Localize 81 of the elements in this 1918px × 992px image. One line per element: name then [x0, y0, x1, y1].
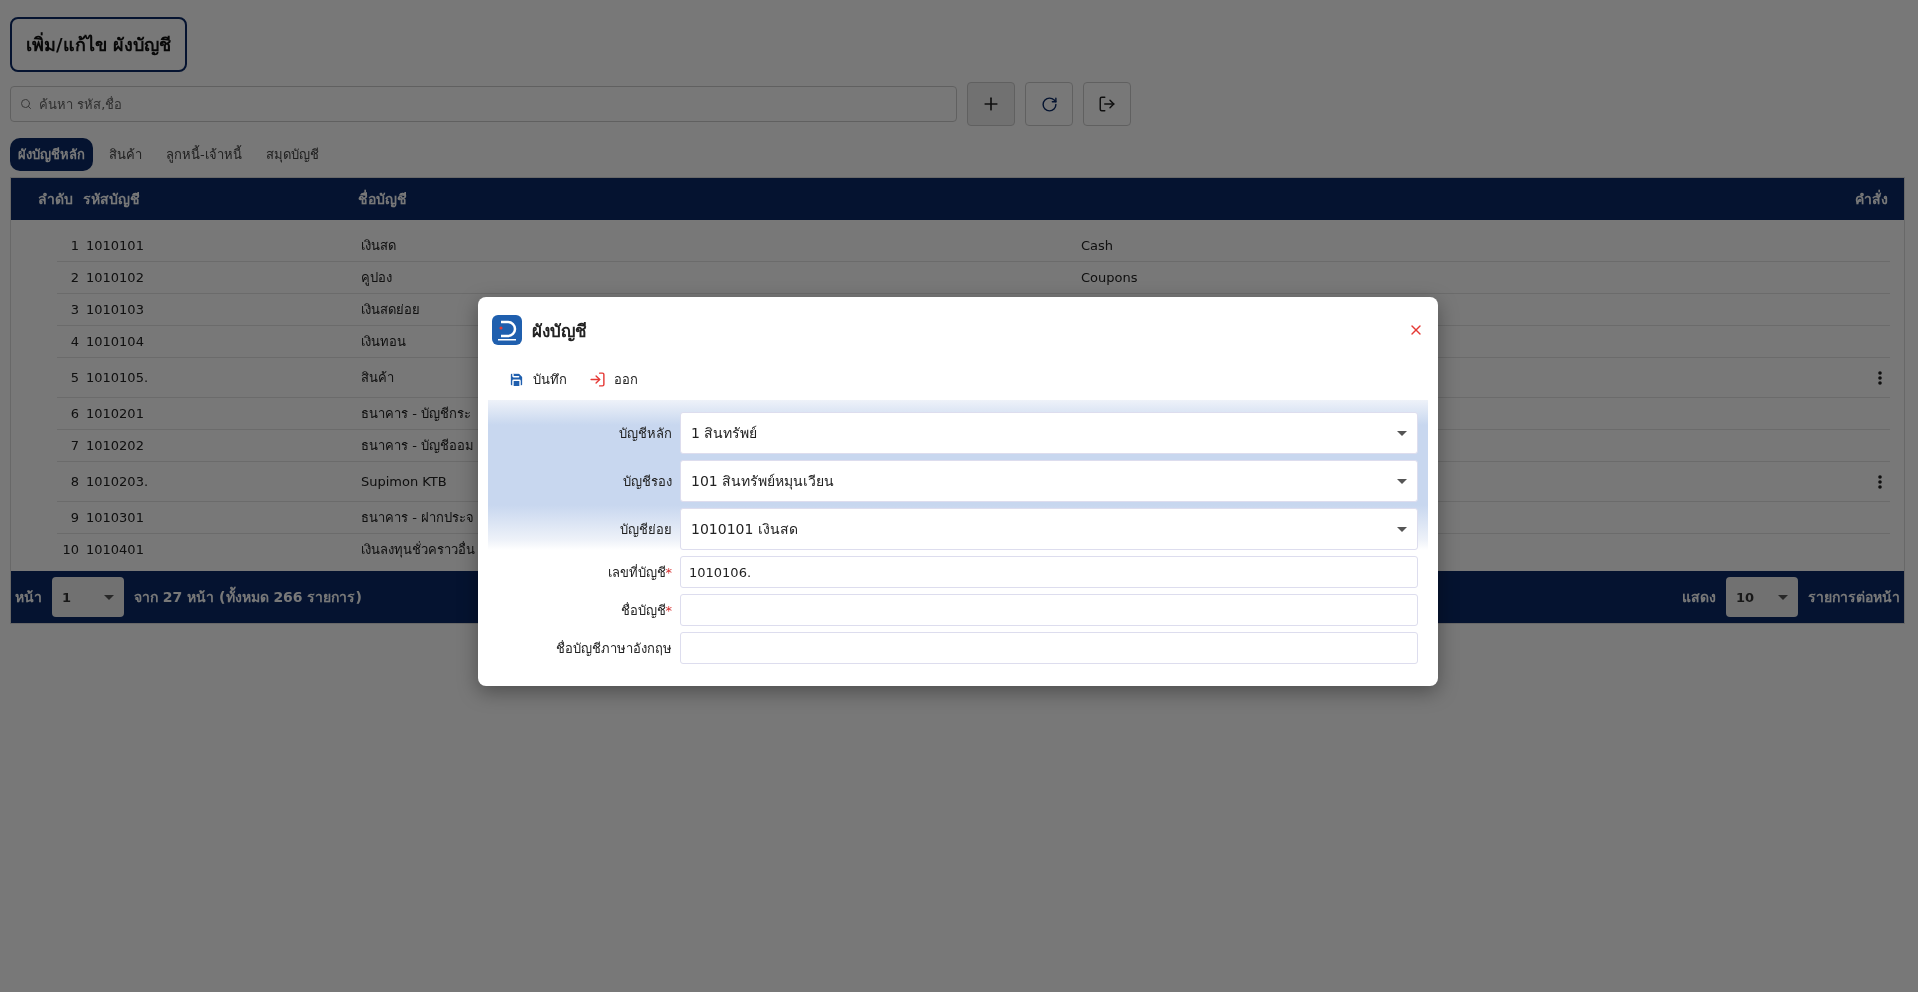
kebab-icon — [1878, 370, 1882, 385]
table-cell-text: 1 — [69, 238, 79, 253]
refresh-icon — [1040, 95, 1058, 113]
show-label: แสดง — [1682, 588, 1716, 607]
tab[interactable]: ลูกหนี้-เจ้าหนี้ — [158, 138, 250, 171]
column-header: ลำดับ — [37, 190, 73, 209]
page-select[interactable]: 1 — [52, 577, 124, 617]
table-cell-text: 6 — [69, 406, 79, 421]
field-label: ชื่อบัญชี* — [619, 601, 672, 620]
save-icon — [508, 371, 525, 388]
exit-icon — [589, 371, 606, 388]
table-cell: เงินทอน — [361, 334, 406, 349]
table-cell-text: 2 — [69, 270, 79, 285]
table-cell: Cash — [1081, 238, 1114, 253]
kebab-icon — [1878, 474, 1882, 489]
table-cell: ธนาคาร - บัญชีกระ — [361, 406, 471, 421]
caret-icon — [1778, 594, 1788, 600]
save-button[interactable]: บันทึก — [508, 369, 567, 390]
caret-icon — [1397, 430, 1407, 436]
table-cell-text: 8 — [69, 474, 79, 489]
input-field[interactable]: 1010106. — [680, 556, 1418, 588]
table-cell: เงินสดย่อย — [361, 302, 420, 317]
table-cell: Coupons — [1081, 270, 1138, 285]
caret-icon — [104, 594, 114, 600]
search-field[interactable]: ค้นหา รหัส,ชื่อ — [10, 86, 957, 122]
page-label: หน้า — [15, 588, 42, 607]
tab[interactable]: สินค้า — [101, 138, 150, 171]
field-label: เลขที่บัญชี* — [606, 563, 672, 582]
table-cell: เงินลงทุนชั่วคราวอื่น — [361, 542, 475, 557]
column-header: คำสั่ง — [1854, 188, 1889, 209]
refresh-button[interactable] — [1025, 82, 1073, 126]
caret-icon — [1397, 526, 1407, 532]
table-cell-text: 9 — [69, 510, 79, 525]
table-cell: 1010203. — [86, 474, 149, 489]
table-cell-text: 7 — [69, 438, 79, 453]
table-cell-text: 3 — [69, 302, 79, 317]
table-cell-text: 5 — [69, 370, 79, 385]
app-logo-icon — [492, 315, 522, 345]
input-field[interactable] — [680, 632, 1418, 664]
input-field[interactable] — [680, 594, 1418, 626]
select-field[interactable]: 101 สินทรัพย์หมุนเวียน — [680, 460, 1418, 502]
table-cell-text: 4 — [69, 334, 79, 349]
table-cell: 1010105. — [86, 370, 149, 385]
table-cell: ธนาคาร - บัญชีออม — [361, 438, 474, 453]
dialog-title: ผังบัญชี — [532, 319, 587, 344]
select-field[interactable]: 1010101 เงินสด — [680, 508, 1418, 550]
table-cell-text: 10 — [61, 542, 79, 557]
select-field[interactable]: 1 สินทรัพย์ — [680, 412, 1418, 454]
tab[interactable]: สมุดบัญชี — [257, 138, 327, 171]
column-header: ชื่อบัญชี — [358, 188, 408, 210]
table-cell: 1010201 — [86, 406, 144, 421]
tab[interactable]: ผังบัญชีหลัก — [10, 138, 93, 171]
table-cell: 1010104 — [86, 334, 144, 349]
table-cell: 1010401 — [86, 542, 144, 557]
table-cell: เงินสด — [361, 238, 396, 253]
per-page-label: รายการต่อหน้า — [1808, 588, 1900, 607]
per-page-select[interactable]: 10 — [1726, 577, 1798, 617]
page-summary: จาก 27 หน้า (ทั้งหมด 266 รายการ) — [134, 586, 362, 608]
add-button[interactable] — [967, 82, 1015, 126]
column-header: รหัสบัญชี — [83, 190, 141, 210]
table-cell: 1010101 — [86, 238, 144, 253]
table-cell: 1010102 — [86, 270, 144, 285]
page-title: เพิ่ม/แก้ไข ผังบัญชี — [10, 17, 187, 72]
field-label: ชื่อบัญชีภาษาอังกฤษ — [555, 639, 672, 658]
field-label: บัญชีหลัก — [618, 424, 672, 443]
exit-button[interactable]: ออก — [589, 369, 638, 390]
table-cell: 1010301 — [86, 510, 144, 525]
search-icon — [20, 98, 32, 110]
table-cell: คูปอง — [361, 270, 392, 285]
more-menu-button[interactable] — [1878, 370, 1882, 385]
exit-button[interactable] — [1083, 82, 1131, 126]
table-cell: Supimon KTB — [361, 474, 447, 489]
table-cell: 1010103 — [86, 302, 144, 317]
exit-icon — [1098, 95, 1116, 113]
caret-icon — [1397, 478, 1407, 484]
table-cell: 1010202 — [86, 438, 144, 453]
more-menu-button[interactable] — [1878, 474, 1882, 489]
field-label: บัญชีรอง — [622, 472, 672, 491]
field-label: บัญชีย่อย — [619, 520, 672, 539]
table-cell: สินค้า — [361, 370, 394, 385]
table-cell: ธนาคาร - ฝากประจ — [361, 510, 474, 525]
